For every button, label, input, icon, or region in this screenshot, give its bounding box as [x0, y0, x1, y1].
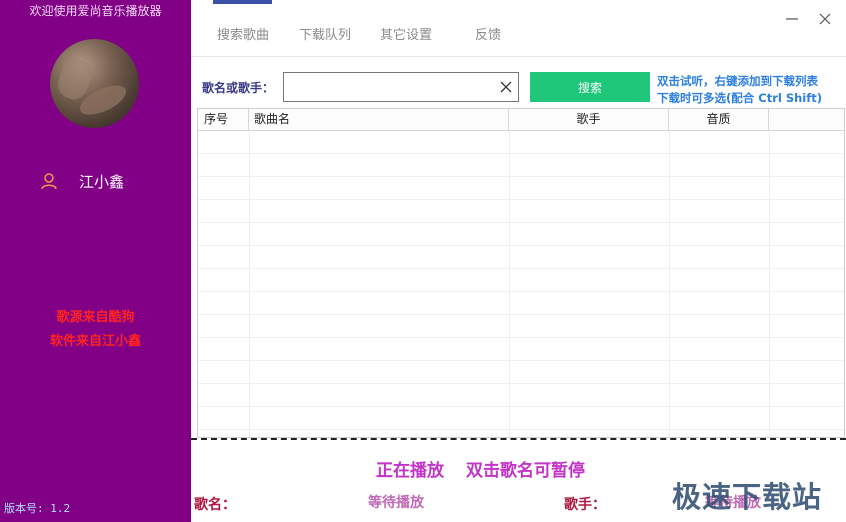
tab-download-queue[interactable]: 下载队列	[299, 24, 351, 43]
table-row	[198, 407, 844, 430]
user-name: 江小鑫	[79, 172, 125, 191]
now-playing-bar: 正在播放 双击歌名可暂停	[376, 456, 585, 481]
sidebar: 欢迎使用爱尚音乐播放器 江小鑫 歌源来自酷狗 软件来自江小鑫 版本号: 1.2	[0, 0, 191, 522]
app-title: 欢迎使用爱尚音乐播放器	[29, 4, 162, 18]
table-row	[198, 246, 844, 269]
search-label: 歌名或歌手：	[202, 81, 275, 95]
table-row	[198, 223, 844, 246]
table-row	[198, 292, 844, 315]
column-divider	[509, 131, 510, 437]
table-row	[198, 384, 844, 407]
song-name-label: 歌名：	[194, 497, 236, 513]
song-table[interactable]: 序号 歌曲名 歌手 音质	[197, 108, 845, 438]
table-row	[198, 154, 844, 177]
user-icon	[41, 173, 57, 190]
column-divider	[249, 131, 250, 437]
active-tab-indicator	[213, 0, 272, 4]
column-header-index[interactable]: 序号	[198, 109, 249, 130]
minimize-icon[interactable]	[782, 10, 802, 28]
tab-search-songs[interactable]: 搜索歌曲	[217, 24, 269, 43]
table-row	[198, 200, 844, 223]
column-divider	[669, 131, 670, 437]
credits-line-2: 软件来自江小鑫	[49, 334, 141, 349]
search-box[interactable]	[283, 72, 519, 102]
hint-line-1: 双击试听，右键添加到下载列表	[657, 74, 818, 88]
table-body[interactable]	[198, 131, 844, 437]
table-row	[198, 361, 844, 384]
credits: 歌源来自酷狗 软件来自江小鑫	[0, 306, 191, 354]
separator-dashed	[191, 438, 846, 440]
search-input[interactable]	[288, 76, 494, 98]
watermark-logo: 极速下载站	[672, 480, 823, 514]
table-row	[198, 177, 844, 200]
column-header-artist[interactable]: 歌手	[509, 109, 669, 130]
user-info: 江小鑫	[40, 170, 124, 192]
top-divider	[191, 56, 846, 57]
column-divider	[769, 131, 770, 437]
column-header-song[interactable]: 歌曲名	[249, 109, 509, 130]
table-row	[198, 430, 844, 437]
search-button[interactable]: 搜索	[530, 72, 650, 102]
table-row	[198, 338, 844, 361]
table-row	[198, 315, 844, 338]
column-header-quality[interactable]: 音质	[669, 109, 769, 130]
table-row	[198, 131, 844, 154]
song-name-value: 等待播放	[368, 495, 424, 511]
avatar[interactable]	[50, 39, 139, 128]
table-header: 序号 歌曲名 歌手 音质	[198, 109, 844, 131]
table-row	[198, 269, 844, 292]
tab-feedback[interactable]: 反馈	[475, 24, 501, 43]
now-playing-status: 正在播放	[376, 461, 444, 481]
close-icon[interactable]	[815, 10, 835, 28]
artist-label: 歌手：	[564, 497, 606, 513]
clear-icon[interactable]	[500, 81, 512, 93]
version-label: 版本号: 1.2	[4, 502, 71, 515]
hint-line-2: 下载时可多选(配合 Ctrl Shift)	[657, 91, 822, 105]
tab-other-settings[interactable]: 其它设置	[380, 24, 432, 43]
pause-hint: 双击歌名可暂停	[466, 461, 585, 481]
credits-line-1: 歌源来自酷狗	[56, 310, 135, 325]
